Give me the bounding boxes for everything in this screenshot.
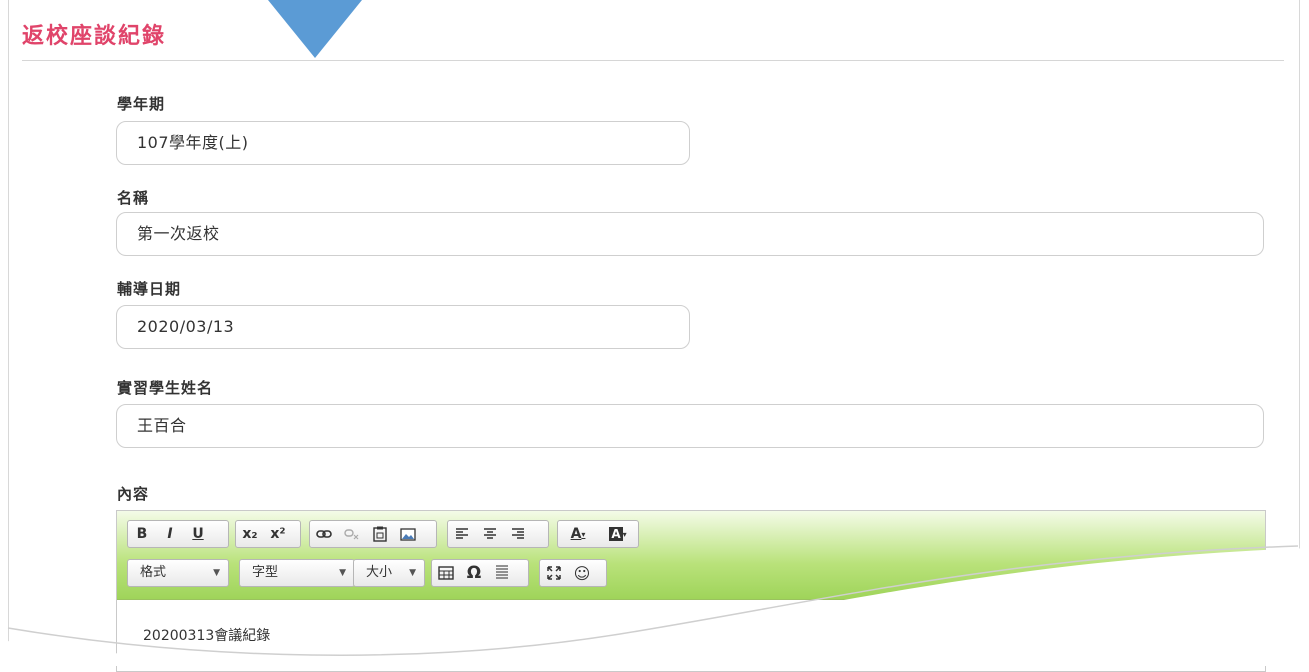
insert-group: Ω <box>431 559 529 587</box>
rich-text-editor: B I U x₂ x² A ▾ A ▾ 格式 ▼ 字型 ▼ 大小 ▼ Ω ☺ 2… <box>116 510 1266 672</box>
date-field[interactable]: 2020/03/13 <box>116 305 690 349</box>
editor-content[interactable]: 20200313會議紀錄 <box>143 625 270 645</box>
date-label: 輔導日期 <box>117 280 182 298</box>
student-name-field[interactable]: 王百合 <box>116 404 1264 448</box>
unlink-icon[interactable] <box>338 521 366 547</box>
editor-toolbar: B I U x₂ x² A ▾ A ▾ 格式 ▼ 字型 ▼ 大小 ▼ Ω ☺ <box>117 511 1265 600</box>
script-group: x₂ x² <box>235 520 301 548</box>
align-group <box>447 520 549 548</box>
italic-button[interactable]: I <box>156 521 184 547</box>
maximize-icon[interactable] <box>540 560 568 586</box>
format-dropdown[interactable]: 格式 ▼ <box>127 559 229 587</box>
format-label: 格式 <box>140 565 167 580</box>
link-icon[interactable] <box>310 521 338 547</box>
font-dropdown[interactable]: 字型 ▼ <box>239 559 355 587</box>
basic-style-group: B I U <box>127 520 229 548</box>
background-color-button[interactable]: A ▾ <box>598 521 638 547</box>
link-group <box>309 520 437 548</box>
name-label: 名稱 <box>117 189 150 207</box>
extra-group: ☺ <box>539 559 607 587</box>
paste-icon[interactable] <box>366 521 394 547</box>
color-group: A ▾ A ▾ <box>557 520 639 548</box>
table-icon[interactable] <box>432 560 460 586</box>
title-divider <box>22 60 1284 61</box>
tab-indicator-arrow <box>268 0 362 58</box>
smiley-icon[interactable]: ☺ <box>568 560 596 586</box>
semester-field[interactable]: 107學年度(上) <box>116 121 690 165</box>
subscript-button[interactable]: x₂ <box>236 521 264 547</box>
image-icon[interactable] <box>394 521 422 547</box>
background-color-label: A <box>609 527 623 541</box>
name-field[interactable]: 第一次返校 <box>116 212 1264 256</box>
bold-button[interactable]: B <box>128 521 156 547</box>
chevron-down-icon: ▼ <box>213 568 220 578</box>
superscript-button[interactable]: x² <box>264 521 292 547</box>
text-color-label: A <box>570 526 582 542</box>
size-dropdown[interactable]: 大小 ▼ <box>353 559 425 587</box>
align-center-icon[interactable] <box>476 521 504 547</box>
student-label: 實習學生姓名 <box>117 379 214 397</box>
page-title: 返校座談紀錄 <box>22 24 167 49</box>
hr-icon[interactable] <box>488 560 516 586</box>
text-color-button[interactable]: A ▾ <box>558 521 598 547</box>
content-label: 內容 <box>117 485 150 503</box>
chevron-down-icon: ▼ <box>339 568 346 578</box>
semester-label: 學年期 <box>117 95 166 113</box>
align-left-icon[interactable] <box>448 521 476 547</box>
underline-button[interactable]: U <box>184 521 212 547</box>
align-right-icon[interactable] <box>504 521 532 547</box>
font-label: 字型 <box>252 565 279 580</box>
omega-icon[interactable]: Ω <box>460 560 488 586</box>
size-label: 大小 <box>366 565 393 580</box>
chevron-down-icon: ▼ <box>409 568 416 578</box>
